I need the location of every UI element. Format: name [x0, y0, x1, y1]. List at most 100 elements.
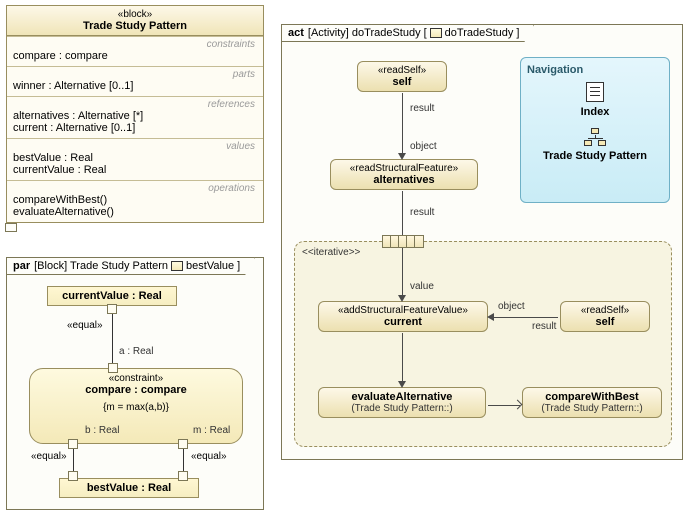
flow-edge: [402, 191, 403, 235]
action-name: compareWithBest: [533, 391, 651, 403]
flow-edge: [492, 317, 558, 318]
arrowhead-down-icon: [398, 295, 406, 302]
nav-title: Navigation: [527, 64, 663, 76]
nested-classifier-icon: [5, 223, 17, 232]
action-read-self-inner: «readSelf» self: [560, 301, 650, 332]
block-row: alternatives : Alternative [*]: [13, 110, 257, 122]
arrowhead-down-icon: [398, 153, 406, 160]
port: [178, 471, 188, 481]
connector-label: «equal»: [191, 451, 227, 462]
par-frame-label: par [Block] Trade Study Pattern bestValu…: [6, 257, 255, 275]
constraint-name: compare : compare: [30, 384, 242, 396]
action-read-feature: «readStructuralFeature» alternatives: [330, 159, 478, 190]
diagram-icon: [171, 261, 183, 271]
frame-kind: par: [13, 260, 30, 272]
connector-label: «equal»: [31, 451, 67, 462]
block-header: «block» Trade Study Pattern: [6, 5, 264, 36]
action-name: self: [368, 76, 436, 88]
block-row: current : Alternative [0..1]: [13, 122, 257, 134]
pin-label: value: [410, 281, 434, 292]
block-stereotype: «block»: [13, 9, 257, 20]
nav-link-index[interactable]: Index: [527, 106, 663, 118]
navigation-panel: Navigation Index Trade Study Pattern: [520, 57, 670, 203]
action-name: alternatives: [341, 174, 467, 186]
compart-label: constraints: [13, 39, 257, 50]
action-stereo: «readStructuralFeature»: [341, 163, 467, 174]
document-icon[interactable]: [586, 82, 604, 102]
pin-label: result: [532, 321, 556, 332]
pin-label: result: [410, 103, 434, 114]
frame-kind: act: [288, 27, 304, 39]
port-a: [108, 363, 118, 373]
par-frame: par [Block] Trade Study Pattern bestValu…: [6, 257, 264, 510]
nav-link-pattern[interactable]: Trade Study Pattern: [527, 150, 663, 162]
action-stereo: «addStructuralFeatureValue»: [329, 305, 477, 316]
expansion-node-icon: [382, 235, 424, 248]
port-b: [68, 439, 78, 449]
region-stereo: <<iterative>>: [302, 247, 360, 258]
block-definition: «block» Trade Study Pattern constraints …: [6, 5, 264, 223]
connector-label: «equal»: [67, 320, 103, 331]
pin-label: object: [498, 301, 525, 312]
flow-edge: [402, 247, 403, 297]
frame-scope: [Block] Trade Study Pattern: [34, 260, 168, 272]
frame-scope: [Activity] doTradeStudy: [308, 27, 421, 39]
frame-closer: ]: [516, 27, 519, 39]
port-m: [178, 439, 188, 449]
port-label: a : Real: [119, 346, 153, 357]
compart-operations: operations compareWithBest() evaluateAlt…: [7, 180, 263, 222]
block-row: winner : Alternative [0..1]: [13, 80, 257, 92]
compart-constraints: constraints compare : compare: [7, 36, 263, 66]
port-label: b : Real: [85, 425, 119, 436]
connector: [112, 314, 113, 368]
constraint-body: {m = max(a,b)}: [30, 402, 242, 413]
pin-label: object: [410, 141, 437, 152]
act-frame: act [Activity] doTradeStudy [ doTradeStu…: [281, 24, 683, 460]
action-name: evaluateAlternative: [329, 391, 475, 403]
constraint-stereo: «constraint»: [30, 373, 242, 384]
compart-label: operations: [13, 183, 257, 194]
block-row: compare : compare: [13, 50, 257, 62]
block-row: bestValue : Real: [13, 152, 257, 164]
compart-parts: parts winner : Alternative [0..1]: [7, 66, 263, 96]
port: [107, 304, 117, 314]
block-row: compareWithBest(): [13, 194, 257, 206]
action-sub: (Trade Study Pattern::): [533, 403, 651, 414]
pin-label: result: [410, 207, 434, 218]
hierarchy-icon[interactable]: [584, 128, 606, 146]
compart-references: references alternatives : Alternative [*…: [7, 96, 263, 138]
flow-edge: [402, 93, 403, 155]
diagram-icon: [430, 28, 442, 38]
arrowhead-down-icon: [398, 381, 406, 388]
frame-open: [: [424, 27, 427, 39]
compart-label: parts: [13, 69, 257, 80]
block-row: evaluateAlternative(): [13, 206, 257, 218]
block-title: Trade Study Pattern: [13, 20, 257, 32]
action-name: self: [571, 316, 639, 328]
frame-closer: ]: [237, 260, 240, 272]
par-value-label: bestValue : Real: [87, 482, 171, 494]
port-label: m : Real: [193, 425, 230, 436]
action-sub: (Trade Study Pattern::): [329, 403, 475, 414]
flow-edge: [402, 333, 403, 383]
compart-label: values: [13, 141, 257, 152]
compart-values: values bestValue : Real currentValue : R…: [7, 138, 263, 180]
compart-label: references: [13, 99, 257, 110]
block-row: currentValue : Real: [13, 164, 257, 176]
call-compare-with-best: compareWithBest (Trade Study Pattern::): [522, 387, 662, 418]
block-body: constraints compare : compare parts winn…: [6, 36, 264, 223]
arrowhead-left-icon: [487, 313, 494, 321]
action-stereo: «readSelf»: [571, 305, 639, 316]
action-name: current: [329, 316, 477, 328]
action-read-self: «readSelf» self: [357, 61, 447, 92]
call-evaluate-alternative: evaluateAlternative (Trade Study Pattern…: [318, 387, 486, 418]
action-stereo: «readSelf»: [368, 65, 436, 76]
act-frame-label: act [Activity] doTradeStudy [ doTradeStu…: [281, 24, 534, 42]
par-best-value: bestValue : Real: [59, 478, 199, 498]
par-value-label: currentValue : Real: [62, 290, 162, 302]
frame-focus: bestValue: [186, 260, 234, 272]
par-current-value: currentValue : Real: [47, 286, 177, 306]
action-add-feature-value: «addStructuralFeatureValue» current: [318, 301, 488, 332]
frame-focus: doTradeStudy: [445, 27, 514, 39]
port: [68, 471, 78, 481]
